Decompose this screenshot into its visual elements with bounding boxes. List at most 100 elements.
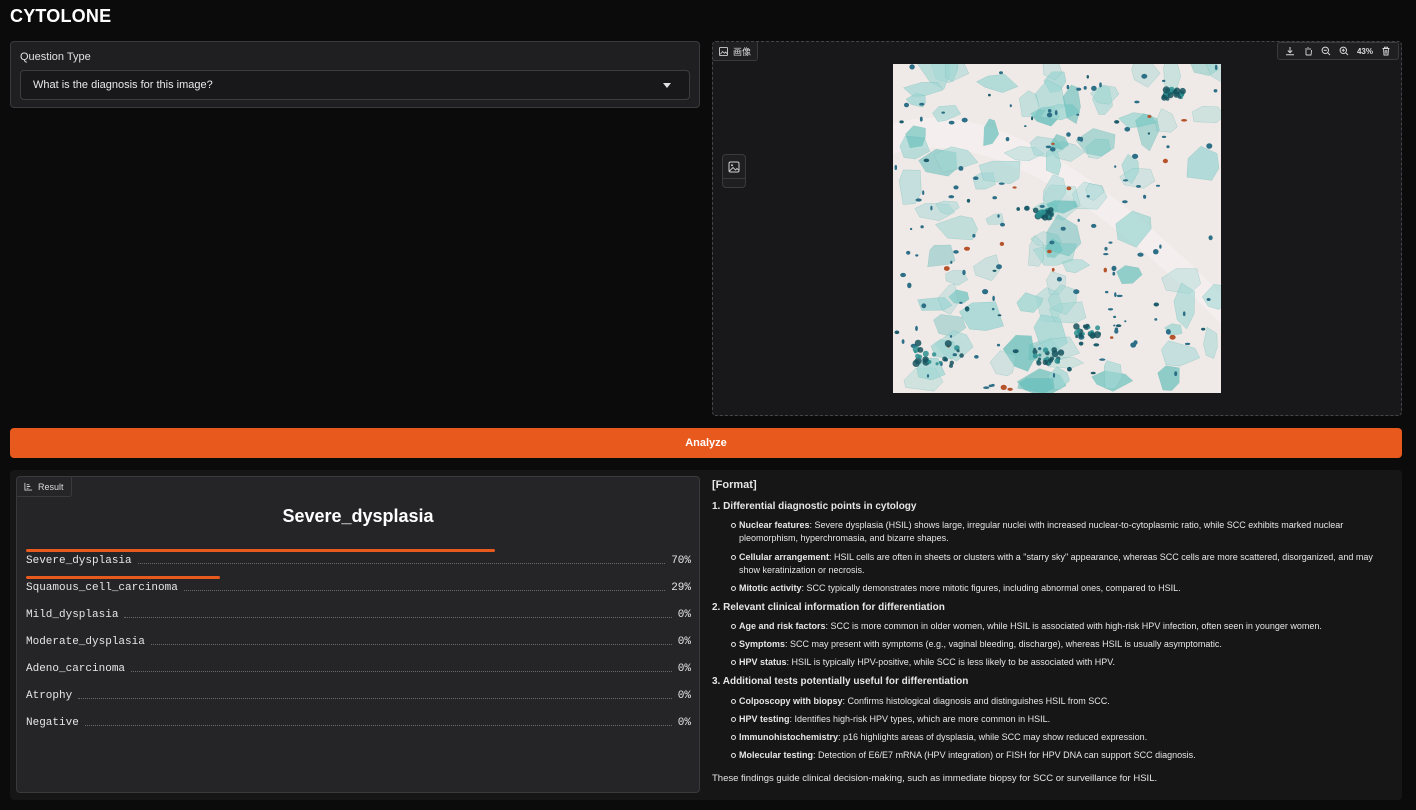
- result-panel: Result Severe_dysplasia Severe_dysplasia…: [16, 476, 700, 793]
- bullet-text: : SCC may present with symptoms (e.g., v…: [785, 639, 1222, 650]
- chevron-down-icon: [663, 83, 671, 88]
- cytology-image: [893, 64, 1221, 393]
- download-icon[interactable]: [1281, 43, 1299, 59]
- format-bullet: Immunohistochemistry: p16 highlights are…: [712, 731, 1392, 744]
- bullet-term: Immunohistochemistry: [739, 731, 839, 742]
- confidence-bar: [26, 549, 495, 552]
- dotted-leader: [124, 617, 672, 618]
- format-bullet: Symptoms: SCC may present with symptoms …: [712, 638, 1392, 651]
- format-bullet: HPV testing: Identifies high-risk HPV ty…: [712, 713, 1392, 726]
- confidence-label-row: Mild_dysplasia 0%: [26, 609, 691, 621]
- dotted-leader: [84, 725, 672, 726]
- format-bullet: Cellular arrangement: HSIL cells are oft…: [712, 551, 1392, 577]
- bullet-term: Symptoms: [739, 639, 786, 650]
- image-upload-panel[interactable]: 画像 43%: [712, 41, 1402, 416]
- confidence-label-row: Severe_dysplasia 70%: [26, 555, 691, 567]
- confidence-label-row: Atrophy 0%: [26, 690, 691, 702]
- confidence-label: Atrophy: [26, 690, 73, 702]
- confidence-label: Negative: [26, 717, 79, 729]
- confidence-value: 0%: [677, 717, 691, 729]
- bullet-text: : Confirms histological diagnosis and di…: [842, 695, 1110, 706]
- format-bullet: Nuclear features: Severe dysplasia (HSIL…: [712, 519, 1392, 545]
- dotted-leader: [78, 698, 672, 699]
- bullet-term: Cellular arrangement: [739, 551, 830, 562]
- confidence-label: Moderate_dysplasia: [26, 636, 145, 648]
- confidence-label: Squamous_cell_carcinoma: [26, 582, 178, 594]
- bullet-text: : SCC typically demonstrates more mitoti…: [801, 582, 1181, 593]
- image-upload-icon[interactable]: [723, 155, 745, 179]
- bullet-text: : Identifies high-risk HPV types, which …: [789, 713, 1051, 724]
- confidence-row: Mild_dysplasia 0%: [26, 601, 691, 628]
- analyze-button[interactable]: Analyze: [10, 428, 1402, 458]
- confidence-row: Squamous_cell_carcinoma 29%: [26, 574, 691, 601]
- bullet-term: HPV status: [739, 657, 787, 668]
- confidence-label-row: Moderate_dysplasia 0%: [26, 636, 691, 648]
- confidence-row: Negative 0%: [26, 709, 691, 736]
- confidence-label: Adeno_carcinoma: [26, 663, 126, 675]
- format-bullet: Mitotic activity: SCC typically demonstr…: [712, 582, 1392, 595]
- confidence-bar: [26, 576, 220, 579]
- format-section-heading: 1. Differential diagnostic points in cyt…: [712, 500, 917, 512]
- format-bullet: Colposcopy with biopsy: Confirms histolo…: [712, 695, 1392, 708]
- image-toolbar: 43%: [1276, 42, 1399, 60]
- format-bullet: HPV status: HSIL is typically HPV-positi…: [712, 656, 1392, 669]
- bullet-text: : Severe dysplasia (HSIL) shows large, i…: [739, 520, 1344, 544]
- bullet-text: : HSIL is typically HPV-positive, while …: [786, 657, 1115, 668]
- confidence-row: Severe_dysplasia 70%: [26, 547, 691, 574]
- format-title: [Format]: [712, 479, 757, 491]
- image-panel-tag: 画像: [713, 42, 759, 61]
- confidence-value: 0%: [677, 636, 691, 648]
- result-tag: Result: [17, 477, 72, 497]
- dotted-leader: [150, 644, 672, 645]
- explanation-text: [Format] 1. Differential diagnostic poin…: [712, 478, 1392, 786]
- dotted-leader: [131, 671, 672, 672]
- predicted-label: Severe_dysplasia: [282, 506, 434, 526]
- question-type-label: Question Type: [20, 51, 91, 63]
- bullet-text: : Detection of E6/E7 mRNA (HPV integrati…: [813, 749, 1196, 760]
- bullet-term: Colposcopy with biopsy: [739, 695, 843, 706]
- bullet-text: : HSIL cells are often in sheets or clus…: [739, 551, 1373, 575]
- confidence-value: 70%: [671, 555, 691, 567]
- confidence-label-row: Squamous_cell_carcinoma 29%: [26, 582, 691, 594]
- image-source-selector[interactable]: [722, 154, 746, 188]
- bullet-term: Age and risk factors: [739, 621, 826, 632]
- zoom-out-icon[interactable]: [1317, 43, 1335, 59]
- zoom-in-icon[interactable]: [1335, 43, 1353, 59]
- result-tag-label: Result: [38, 481, 64, 492]
- format-bullet: Age and risk factors: SCC is more common…: [712, 620, 1392, 633]
- image-panel-label: 画像: [733, 46, 752, 57]
- confidence-value: 29%: [671, 582, 691, 594]
- zoom-level: 43%: [1356, 46, 1373, 56]
- confidence-row: Adeno_carcinoma 0%: [26, 655, 691, 682]
- format-sections: 1. Differential diagnostic points in cyt…: [712, 500, 1392, 762]
- confidence-list: Severe_dysplasia 70% Squamous_cell_carcino…: [26, 547, 691, 736]
- confidence-value: 0%: [677, 690, 691, 702]
- app-title: CYTOLONE: [10, 6, 112, 26]
- question-type-value: What is the diagnosis for this image?: [33, 79, 213, 91]
- bullet-text: : SCC is more common in older women, whi…: [825, 621, 1322, 632]
- chart-icon: [24, 482, 33, 491]
- confidence-value: 0%: [677, 609, 691, 621]
- question-type-dropdown[interactable]: What is the diagnosis for this image?: [20, 70, 690, 100]
- image-icon: [719, 46, 728, 56]
- question-type-panel: Question Type What is the diagnosis for …: [10, 41, 700, 108]
- bullet-term: HPV testing: [739, 713, 790, 724]
- dotted-leader: [137, 563, 666, 564]
- confidence-row: Atrophy 0%: [26, 682, 691, 709]
- confidence-label-row: Adeno_carcinoma 0%: [26, 663, 691, 675]
- bullet-text: : p16 highlights areas of dysplasia, whi…: [838, 731, 1148, 742]
- bullet-term: Nuclear features: [739, 520, 810, 531]
- pan-icon[interactable]: [1299, 43, 1317, 59]
- confidence-label: Mild_dysplasia: [26, 609, 119, 621]
- delete-icon[interactable]: [1377, 43, 1395, 59]
- bullet-term: Molecular testing: [739, 749, 814, 760]
- format-bullet: Molecular testing: Detection of E6/E7 mR…: [712, 749, 1392, 762]
- confidence-label: Severe_dysplasia: [26, 555, 132, 567]
- confidence-label-row: Negative 0%: [26, 717, 691, 729]
- format-section-heading: 2. Relevant clinical information for dif…: [712, 601, 945, 613]
- dotted-leader: [183, 590, 666, 591]
- format-footer: These findings guide clinical decision-m…: [712, 773, 1158, 784]
- bullet-term: Mitotic activity: [739, 582, 802, 593]
- confidence-row: Moderate_dysplasia 0%: [26, 628, 691, 655]
- confidence-value: 0%: [677, 663, 691, 675]
